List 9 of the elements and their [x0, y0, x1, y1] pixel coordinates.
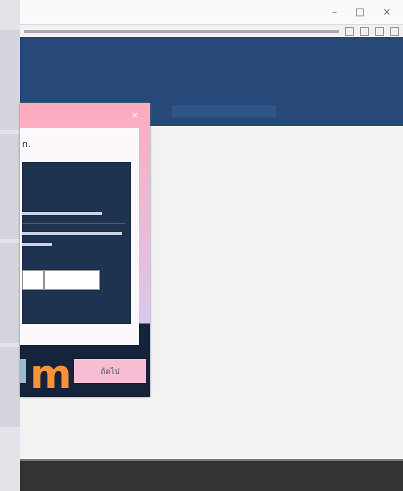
dialog-heading: n.: [22, 140, 32, 150]
input-field[interactable]: [44, 270, 100, 290]
window-control[interactable]: –: [332, 6, 338, 18]
address-bar[interactable]: [24, 30, 339, 32]
window-control[interactable]: ×: [382, 6, 391, 18]
next-button[interactable]: ถัดไป: [74, 359, 146, 383]
input-field[interactable]: [22, 270, 44, 290]
window-control[interactable]: □: [355, 6, 365, 18]
overlay-letter: m: [30, 360, 70, 390]
